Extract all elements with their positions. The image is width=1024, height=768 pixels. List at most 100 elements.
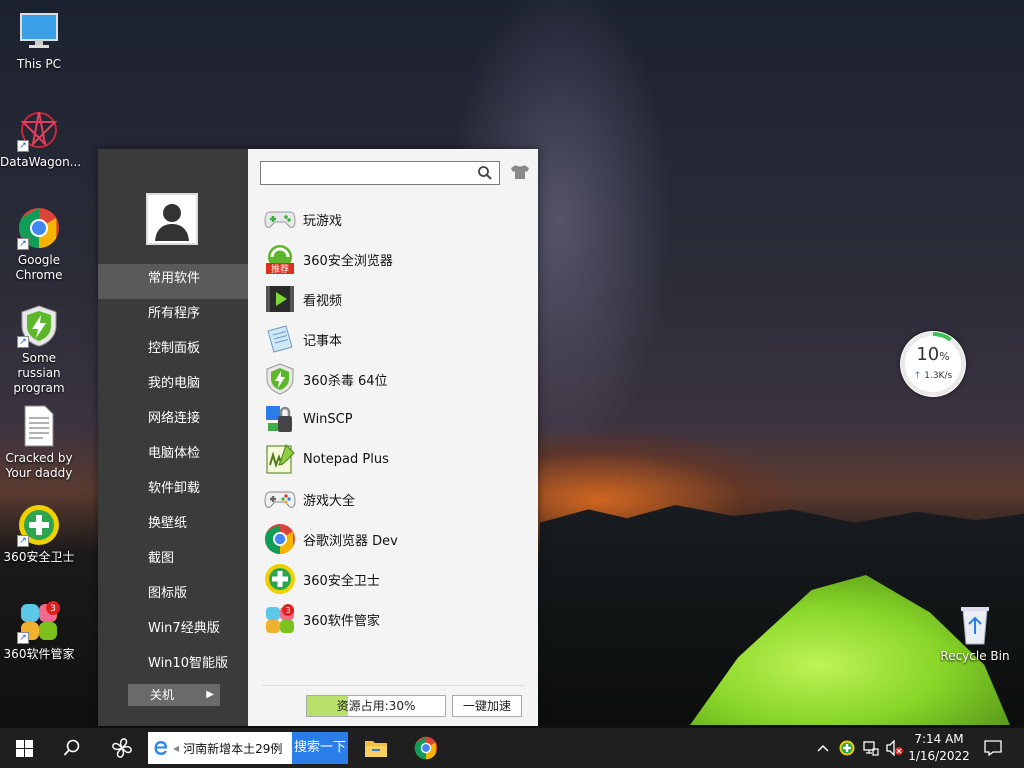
desktop-icon-this-pc[interactable]: This PC xyxy=(0,10,78,72)
app-label: 360安全浏览器 xyxy=(303,253,393,269)
notepad-icon xyxy=(264,323,296,355)
user-avatar[interactable] xyxy=(146,193,198,245)
taskbar-search-button[interactable] xyxy=(50,728,94,768)
nav-item-pc-checkup[interactable]: 电脑体检 xyxy=(98,439,248,474)
app-item-360-antivirus[interactable]: 360杀毒 64位 xyxy=(264,359,524,399)
video-player-icon xyxy=(264,283,296,315)
shortcut-arrow-icon: ↗ xyxy=(17,238,29,250)
news-search-button[interactable]: 搜索一下 xyxy=(292,732,348,764)
app-item-game-center[interactable]: 游戏大全 xyxy=(264,479,524,519)
one-click-speedup-button[interactable]: 一键加速 xyxy=(452,695,522,717)
start-button[interactable] xyxy=(0,728,48,768)
app-label: 记事本 xyxy=(303,333,343,349)
monitor-icon xyxy=(17,10,61,54)
app-label: 360安全卫士 xyxy=(303,573,380,589)
shutdown-label: 关机 xyxy=(150,688,175,702)
app-list: 玩游戏 推荐 360安全浏览器 看视频 记事本 360杀毒 64位 WinSCP xyxy=(264,199,524,639)
desktop-icon-label: Google Chrome xyxy=(15,253,63,282)
app-item-play-games[interactable]: 玩游戏 xyxy=(264,199,524,239)
desktop-icon-360-software-manager[interactable]: 3 ↗ 360软件管家 xyxy=(0,600,78,662)
taskbar-chrome[interactable] xyxy=(404,728,448,768)
desktop-icon-cracked-by-your-daddy[interactable]: Cracked by Your daddy xyxy=(0,404,78,481)
start-menu-sidebar: 常用软件 所有程序 控制面板 我的电脑 网络连接 电脑体检 软件卸载 换壁纸 截… xyxy=(98,149,248,726)
resource-usage-label: 资源占用:30% xyxy=(336,699,416,713)
shortcut-arrow-icon: ↗ xyxy=(17,535,29,547)
tray-volume[interactable] xyxy=(884,728,906,768)
svg-text:3: 3 xyxy=(285,606,290,615)
start-menu: 常用软件 所有程序 控制面板 我的电脑 网络连接 电脑体检 软件卸载 换壁纸 截… xyxy=(98,149,538,726)
action-center-button[interactable] xyxy=(978,728,1008,768)
nav-item-screenshot[interactable]: 截图 xyxy=(98,544,248,579)
recycle-bin-icon xyxy=(953,602,997,646)
chrome-icon xyxy=(414,736,438,760)
tshirt-skin-icon[interactable] xyxy=(510,164,530,180)
nav-item-win7-classic[interactable]: Win7经典版 xyxy=(98,614,248,649)
app-label: 谷歌浏览器 Dev xyxy=(303,533,398,549)
nav-item-control-panel[interactable]: 控制面板 xyxy=(98,334,248,369)
app-item-notepad-plus[interactable]: Notepad Plus xyxy=(264,439,524,479)
desktop-icon-recycle-bin[interactable]: Recycle Bin xyxy=(936,602,1014,664)
desktop-icon-360-security[interactable]: ↗ 360安全卫士 xyxy=(0,503,78,565)
chevron-up-icon xyxy=(817,744,829,752)
nav-item-network-connections[interactable]: 网络连接 xyxy=(98,404,248,439)
caret-right-icon[interactable]: ▶ xyxy=(206,684,214,706)
desktop-icon-label: This PC xyxy=(17,57,61,71)
desktop-icon-some-russian-program[interactable]: ↗ Some russian program xyxy=(0,304,78,396)
usage-percent: 10% xyxy=(916,344,950,365)
app-item-watch-video[interactable]: 看视频 xyxy=(264,279,524,319)
desktop-icon-label: 360软件管家 xyxy=(3,647,75,661)
search-icon xyxy=(63,739,80,756)
app-item-360-browser[interactable]: 推荐 360安全浏览器 xyxy=(264,239,524,279)
desktop-icon-datawagon[interactable]: ↗ DataWagon... xyxy=(0,108,82,170)
app-item-notepad[interactable]: 记事本 xyxy=(264,319,524,359)
gamepad-icon xyxy=(264,203,296,235)
tray-360-security[interactable] xyxy=(836,728,858,768)
360-security-icon xyxy=(264,563,296,595)
tray-network[interactable] xyxy=(860,728,882,768)
taskbar-app-pinwheel[interactable] xyxy=(98,728,146,768)
show-hidden-icons-button[interactable] xyxy=(812,728,834,768)
shutdown-button[interactable]: 关机 ▶ xyxy=(128,684,220,706)
pinwheel-icon xyxy=(112,738,132,758)
desktop-icon-google-chrome[interactable]: ↗ Google Chrome xyxy=(0,206,78,283)
desktop-icon-label: DataWagon... xyxy=(0,155,82,169)
app-item-chrome-dev[interactable]: 谷歌浏览器 Dev xyxy=(264,519,524,559)
360-security-icon xyxy=(839,740,855,756)
nav-item-win10-smart[interactable]: Win10智能版 xyxy=(98,649,248,684)
network-speed-widget[interactable]: 10% ↑ 1.3K/s xyxy=(900,331,966,397)
nav-item-icon-version[interactable]: 图标版 xyxy=(98,579,248,614)
360-antivirus-shield-icon xyxy=(264,363,296,395)
volume-muted-icon xyxy=(886,740,903,756)
resource-usage-bar: 资源占用:30% xyxy=(306,695,446,717)
network-icon xyxy=(863,741,879,756)
app-label: 看视频 xyxy=(303,293,343,309)
nav-item-common-software[interactable]: 常用软件 xyxy=(98,264,248,299)
chrome-icon: ↗ xyxy=(17,206,61,250)
nav-item-my-computer[interactable]: 我的电脑 xyxy=(98,369,248,404)
search-icon[interactable] xyxy=(477,165,493,181)
taskbar-news-search: ◀ 河南新增本土29例 搜索一下 xyxy=(148,732,348,764)
text-document-icon xyxy=(17,404,61,448)
nav-item-change-wallpaper[interactable]: 换壁纸 xyxy=(98,509,248,544)
360-browser-icon: 推荐 xyxy=(264,243,296,275)
app-label: Notepad Plus xyxy=(303,451,389,467)
upload-speed: ↑ 1.3K/s xyxy=(913,371,953,381)
clock-date: 1/16/2022 xyxy=(908,749,970,763)
windows-logo-icon xyxy=(15,739,33,757)
news-search-field[interactable]: ◀ 河南新增本土29例 xyxy=(148,732,292,764)
shortcut-arrow-icon: ↗ xyxy=(17,336,29,348)
taskbar-clock[interactable]: 7:14 AM 1/16/2022 xyxy=(908,731,970,765)
app-item-winscp[interactable]: WinSCP xyxy=(264,399,524,439)
app-item-360-security-guard[interactable]: 360安全卫士 xyxy=(264,559,524,599)
desktop-icon-label: Recycle Bin xyxy=(940,649,1010,663)
app-item-360-software-manager[interactable]: 3 360软件管家 xyxy=(264,599,524,639)
caret-left-icon: ◀ xyxy=(173,743,180,753)
internet-explorer-icon xyxy=(154,741,168,755)
app-label: 玩游戏 xyxy=(303,213,343,229)
start-search-input[interactable] xyxy=(261,162,471,184)
clock-time: 7:14 AM xyxy=(914,732,964,746)
taskbar-file-explorer[interactable] xyxy=(354,728,398,768)
nav-item-all-programs[interactable]: 所有程序 xyxy=(98,299,248,334)
start-search-box xyxy=(260,161,500,185)
nav-item-uninstall-software[interactable]: 软件卸载 xyxy=(98,474,248,509)
